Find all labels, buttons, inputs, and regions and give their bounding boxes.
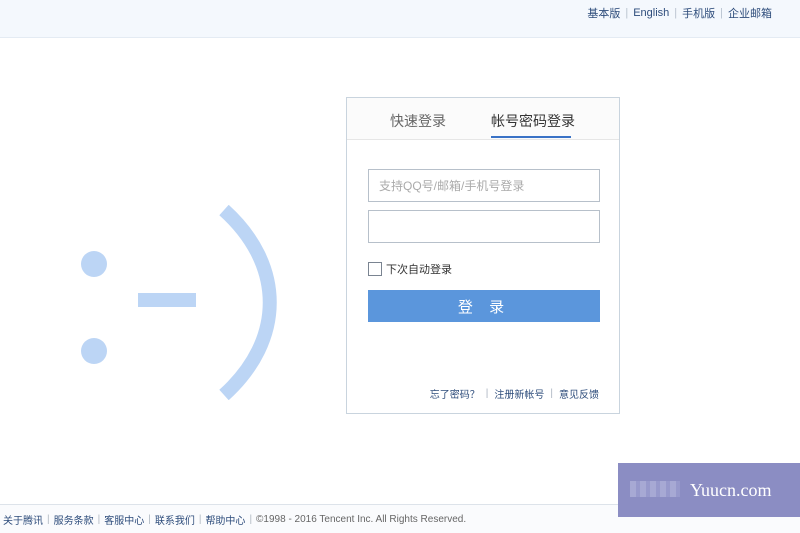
english-link[interactable]: English (633, 7, 669, 19)
password-input[interactable] (368, 210, 600, 243)
remember-checkbox[interactable] (368, 262, 382, 276)
footer-link-contact[interactable]: 联系我们 (155, 512, 195, 527)
tab-account-login[interactable]: 帐号密码登录 (491, 111, 575, 131)
separator: | (720, 7, 723, 19)
login-tabs: 快速登录 帐号密码登录 (347, 98, 619, 140)
smiley-mouth (219, 205, 277, 400)
enterprise-mail-link[interactable]: 企业邮箱 (728, 5, 772, 21)
watermark-text: Yuucn.com (690, 480, 772, 500)
login-button[interactable]: 登 录 (368, 290, 600, 322)
top-bar: 基本版 | English | 手机版 | 企业邮箱 (0, 0, 800, 38)
top-links: 基本版 | English | 手机版 | 企业邮箱 (587, 5, 772, 21)
separator: | (625, 7, 629, 19)
tab-quick-login[interactable]: 快速登录 (390, 111, 446, 131)
remember-label: 下次自动登录 (386, 264, 452, 276)
separator: | (97, 513, 101, 525)
copyright-text: ©1998 - 2016 Tencent Inc. All Rights Res… (256, 513, 467, 525)
username-input[interactable] (368, 169, 600, 202)
smiley-eye-bottom (81, 338, 107, 364)
smiley-eye-top (81, 251, 107, 277)
separator: | (550, 388, 553, 399)
separator: | (148, 513, 151, 525)
login-panel: 快速登录 帐号密码登录 下次自动登录 登 录 忘了密码？ | 注册新帐号 | 意… (346, 97, 620, 414)
remember-login[interactable]: 下次自动登录 (368, 261, 452, 277)
footer-link-about[interactable]: 关于腾讯 (3, 512, 43, 527)
watermark-blur (630, 481, 680, 497)
login-help-links: 忘了密码？ | 注册新帐号 | 意见反馈 (430, 386, 599, 401)
separator: | (198, 513, 202, 525)
footer-link-help[interactable]: 帮助中心 (205, 512, 245, 527)
separator: | (485, 388, 489, 399)
feedback-link[interactable]: 意见反馈 (559, 386, 599, 401)
separator: | (674, 7, 678, 19)
smiley-nose (138, 293, 196, 307)
register-link[interactable]: 注册新帐号 (494, 386, 544, 401)
separator: | (47, 513, 50, 525)
footer-link-terms[interactable]: 服务条款 (54, 512, 94, 527)
basic-version-link[interactable]: 基本版 (587, 5, 620, 21)
active-tab-indicator (491, 136, 571, 138)
separator: | (249, 513, 253, 525)
watermark: Yuucn.com (618, 463, 800, 517)
mobile-version-link[interactable]: 手机版 (682, 5, 715, 21)
forgot-password-link[interactable]: 忘了密码？ (430, 386, 480, 401)
footer-link-service[interactable]: 客服中心 (104, 512, 144, 527)
